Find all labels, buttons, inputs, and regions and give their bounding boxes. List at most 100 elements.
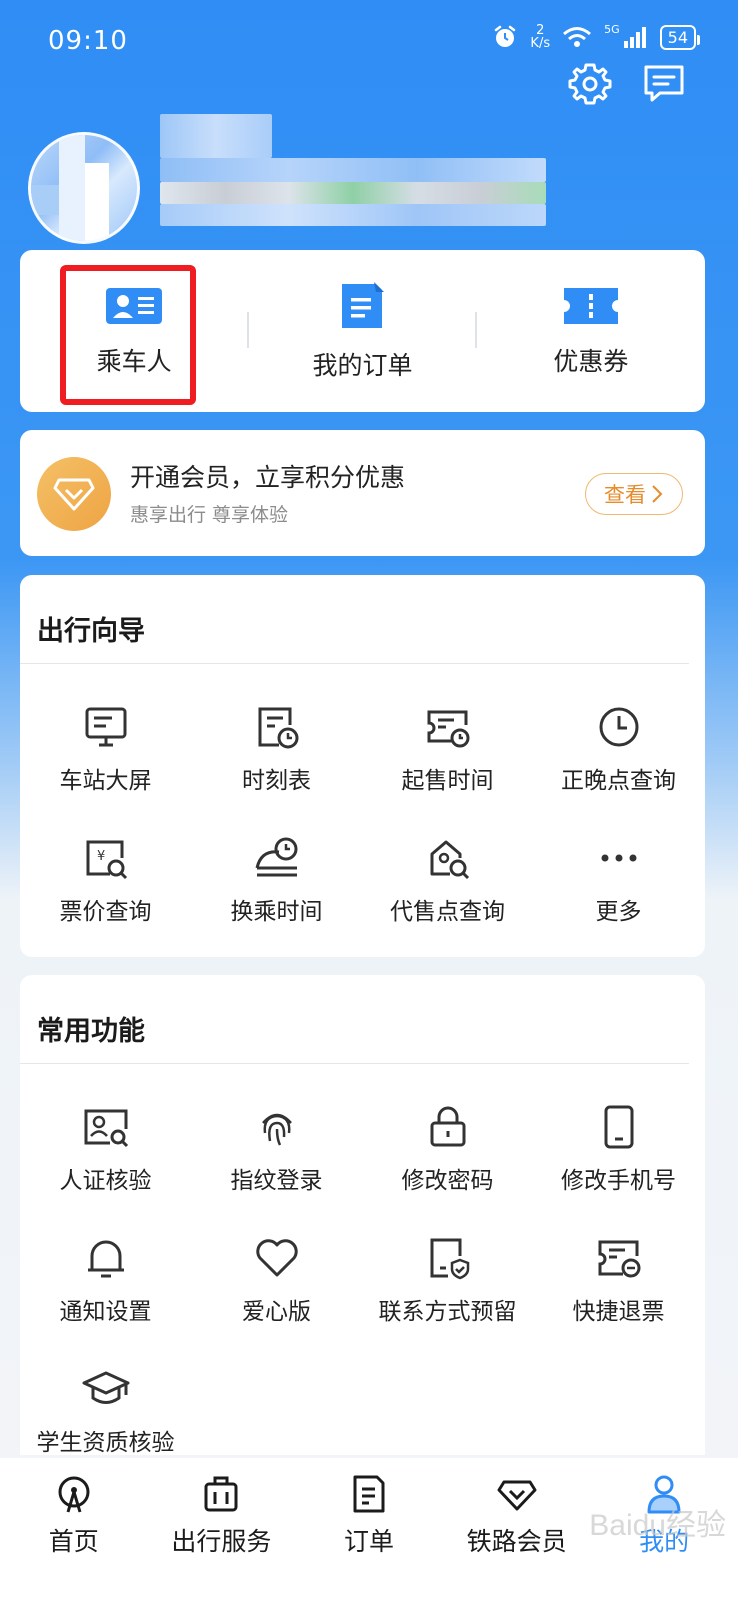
sale-time-label: 起售时间	[401, 768, 494, 794]
watermark: Baidu经验	[589, 1509, 726, 1542]
nav-travel-service-label: 出行服务	[171, 1527, 272, 1556]
agency-search-button[interactable]: 代售点查询	[362, 804, 533, 935]
divider	[247, 312, 249, 348]
more-icon	[601, 854, 636, 862]
section-title: 常用功能	[37, 1016, 145, 1047]
user-info-blurred-3	[160, 204, 546, 226]
nav-orders-label: 订单	[343, 1527, 394, 1556]
battery-indicator: 54	[659, 24, 701, 50]
membership-subtitle: 惠享出行 尊享体验	[130, 504, 289, 526]
nav-railway-member[interactable]: 铁路会员	[443, 1458, 591, 1600]
svg-text:¥: ¥	[97, 849, 105, 864]
avatar[interactable]	[28, 132, 140, 244]
membership-badge	[37, 457, 111, 531]
graduation-cap-icon	[82, 1371, 129, 1404]
common-functions-section: 常用功能 人证核验 指纹登录 修改密码 修改手机号 通知设置 爱心版 联系方式预…	[20, 975, 705, 1456]
delay-query-label: 正晚点查询	[561, 768, 676, 794]
quick-refund-icon	[598, 1240, 640, 1278]
section-divider	[20, 1063, 689, 1064]
notification-settings-button[interactable]: 通知设置	[20, 1204, 191, 1335]
view-membership-button[interactable]: 查看	[585, 473, 683, 515]
contact-reserve-icon	[430, 1238, 469, 1280]
lock-icon	[430, 1106, 465, 1147]
quick-refund-button[interactable]: 快捷退票	[533, 1204, 704, 1335]
more-label: 更多	[595, 899, 642, 925]
chevron-right-icon	[652, 485, 663, 503]
care-mode-label: 爱心版	[242, 1299, 311, 1325]
id-verify-label: 人证核验	[59, 1168, 152, 1194]
transfer-time-icon	[255, 837, 297, 877]
station-screen-button[interactable]: 车站大屏	[20, 673, 191, 804]
fingerprint-login-button[interactable]: 指纹登录	[191, 1073, 362, 1204]
status-icons: 2 K/s 5G 54	[492, 22, 701, 51]
divider	[475, 312, 477, 348]
coupon-button[interactable]: 优惠券	[477, 250, 705, 412]
delay-query-button[interactable]: 正晚点查询	[533, 673, 704, 804]
more-button[interactable]: 更多	[533, 804, 704, 935]
student-verify-button[interactable]: 学生资质核验	[20, 1335, 191, 1466]
alarm-icon	[495, 25, 516, 47]
change-phone-label: 修改手机号	[561, 1168, 676, 1194]
change-password-label: 修改密码	[401, 1168, 494, 1194]
nav-orders[interactable]: 订单	[295, 1458, 443, 1600]
diamond-icon	[53, 478, 95, 511]
agency-search-icon	[430, 840, 469, 880]
order-icon	[353, 1475, 385, 1513]
sale-time-icon	[427, 710, 469, 748]
phone-icon	[604, 1105, 633, 1149]
station-screen-label: 车站大屏	[59, 768, 152, 794]
fingerprint-login-label: 指纹登录	[230, 1168, 323, 1194]
signal-icon	[623, 27, 646, 48]
nav-railway-member-label: 铁路会员	[466, 1527, 567, 1556]
user-profile[interactable]	[22, 110, 582, 250]
section-title: 出行向导	[37, 616, 145, 647]
quick-refund-label: 快捷退票	[572, 1299, 665, 1325]
sale-time-button[interactable]: 起售时间	[362, 673, 533, 804]
change-password-button[interactable]: 修改密码	[362, 1073, 533, 1204]
network-type: 5G	[604, 22, 620, 36]
station-screen-icon	[85, 707, 126, 747]
membership-title: 开通会员，立享积分优惠	[130, 463, 406, 492]
membership-banner[interactable]: 开通会员，立享积分优惠 惠享出行 尊享体验 查看	[20, 430, 705, 556]
nav-home[interactable]: 首页	[0, 1458, 148, 1600]
timetable-icon	[258, 707, 298, 749]
bell-icon	[87, 1240, 124, 1278]
status-time: 09:10	[48, 26, 128, 56]
nav-home-label: 首页	[48, 1527, 99, 1556]
nav-travel-service[interactable]: 出行服务	[148, 1458, 296, 1600]
my-orders-label: 我的订单	[312, 351, 413, 380]
view-button-label: 查看	[604, 483, 646, 507]
id-verify-button[interactable]: 人证核验	[20, 1073, 191, 1204]
heart-icon	[255, 1239, 298, 1277]
highlight-box	[60, 265, 196, 405]
travel-guide-section: 出行向导 车站大屏 时刻表 起售时间 正晚点查询 ¥ 票价查询 换乘时间 代售点…	[20, 575, 705, 957]
agency-search-label: 代售点查询	[390, 899, 505, 925]
fare-search-button[interactable]: ¥ 票价查询	[20, 804, 191, 935]
gear-icon[interactable]	[566, 60, 614, 108]
student-verify-label: 学生资质核验	[36, 1430, 175, 1456]
fare-search-icon: ¥	[86, 840, 127, 880]
status-bar: 09:10 2 K/s 5G 54	[0, 0, 738, 84]
network-speed: 2 K/s	[530, 23, 551, 51]
message-icon[interactable]	[640, 60, 688, 108]
transfer-time-button[interactable]: 换乘时间	[191, 804, 362, 935]
transfer-time-label: 换乘时间	[230, 899, 323, 925]
diamond-icon	[497, 1480, 537, 1511]
care-mode-button[interactable]: 爱心版	[191, 1204, 362, 1335]
id-verify-icon	[84, 1109, 128, 1148]
order-list-icon	[342, 282, 385, 328]
fingerprint-icon	[261, 1113, 292, 1146]
contact-reserve-button[interactable]: 联系方式预留	[362, 1204, 533, 1335]
notification-settings-label: 通知设置	[59, 1299, 152, 1325]
train-home-icon	[58, 1476, 90, 1513]
username-blurred	[160, 114, 272, 158]
wifi-icon	[563, 27, 592, 47]
coupon-label: 优惠券	[553, 347, 629, 376]
timetable-button[interactable]: 时刻表	[191, 673, 362, 804]
my-orders-button[interactable]: 我的订单	[248, 250, 476, 412]
clock-icon	[599, 707, 638, 747]
user-info-blurred-2	[160, 182, 546, 204]
fare-search-label: 票价查询	[59, 899, 152, 925]
section-divider	[20, 663, 689, 664]
change-phone-button[interactable]: 修改手机号	[533, 1073, 704, 1204]
